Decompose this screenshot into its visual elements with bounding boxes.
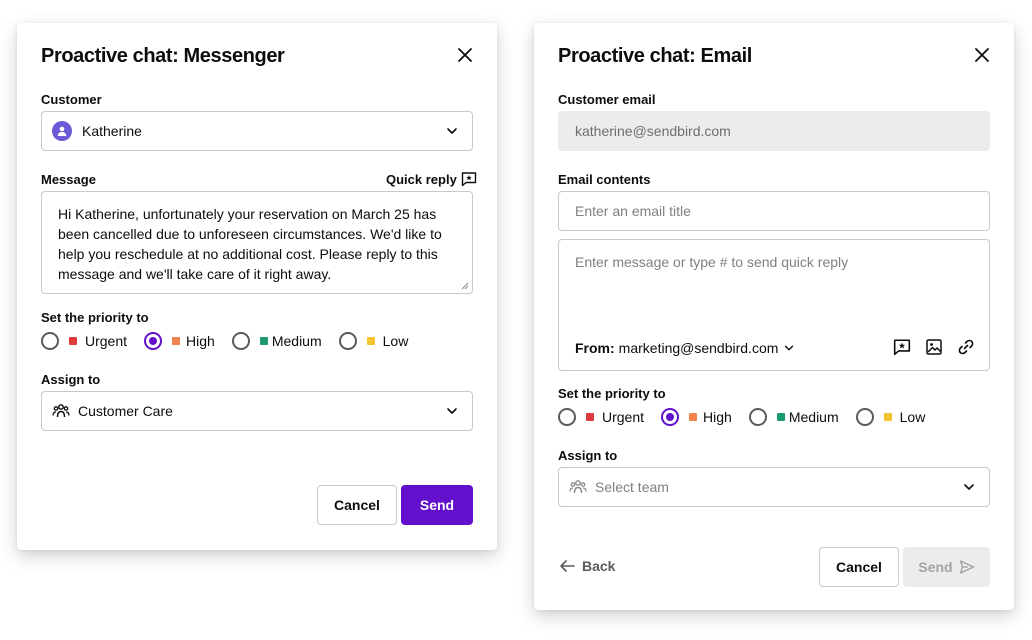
chevron-down-icon bbox=[785, 345, 794, 351]
priority-option-label: Medium bbox=[788, 409, 839, 425]
messenger-dialog: Proactive chat: Messenger Customer Kathe… bbox=[17, 23, 497, 550]
priority-option-label: Urgent bbox=[602, 409, 645, 425]
priority-option-medium[interactable]: Medium bbox=[748, 408, 839, 426]
close-button[interactable] bbox=[970, 43, 994, 67]
email-dialog: Proactive chat: Email Customer email kat… bbox=[534, 23, 1014, 610]
priority-radio-group: Urgent High Medium Low bbox=[558, 408, 925, 426]
email-title-input[interactable]: Enter an email title bbox=[558, 191, 990, 231]
link-icon bbox=[958, 339, 974, 355]
urgent-dot bbox=[69, 337, 77, 345]
radio-urgent[interactable] bbox=[41, 332, 59, 350]
resize-handle-icon[interactable] bbox=[461, 282, 469, 290]
priority-radio-group: Urgent High Medium Low bbox=[41, 332, 408, 350]
radio-low[interactable] bbox=[338, 332, 357, 350]
radio-low[interactable] bbox=[855, 408, 874, 426]
close-icon bbox=[458, 48, 472, 62]
priority-option-high[interactable]: High bbox=[661, 408, 732, 426]
assign-label: Assign to bbox=[558, 448, 618, 463]
customer-value: Katherine bbox=[82, 123, 142, 139]
low-dot bbox=[883, 413, 892, 421]
avatar bbox=[52, 121, 72, 141]
from-value: marketing@sendbird.com bbox=[618, 340, 779, 356]
customer-email-field: katherine@sendbird.com bbox=[558, 111, 990, 151]
priority-option-label: High bbox=[703, 409, 732, 425]
arrow-left-icon bbox=[560, 560, 575, 572]
priority-option-label: Medium bbox=[271, 333, 322, 349]
quick-reply-button[interactable] bbox=[890, 335, 914, 359]
assign-value: Customer Care bbox=[78, 403, 173, 419]
priority-option-label: Urgent bbox=[85, 333, 128, 349]
email-title-placeholder: Enter an email title bbox=[575, 203, 691, 219]
send-icon bbox=[959, 560, 974, 574]
send-button: Send bbox=[903, 547, 990, 587]
priority-label: Set the priority to bbox=[558, 386, 666, 401]
email-message-placeholder: Enter message or type # to send quick re… bbox=[575, 254, 849, 270]
chevron-down-icon bbox=[447, 408, 457, 414]
assign-select[interactable]: Customer Care bbox=[41, 391, 473, 431]
assign-label: Assign to bbox=[41, 372, 101, 387]
from-label: From: bbox=[575, 340, 615, 356]
quick-reply-button[interactable]: Quick reply bbox=[386, 171, 477, 187]
back-label: Back bbox=[582, 558, 616, 574]
user-icon bbox=[57, 126, 67, 136]
close-icon bbox=[975, 48, 989, 62]
assign-placeholder: Select team bbox=[595, 479, 669, 495]
medium-dot bbox=[776, 413, 785, 421]
customer-email-label: Customer email bbox=[558, 92, 656, 107]
insert-link-button[interactable] bbox=[954, 335, 978, 359]
priority-option-low[interactable]: Low bbox=[338, 332, 409, 350]
message-text: Hi Katherine, unfortunately your reserva… bbox=[58, 206, 442, 282]
radio-high[interactable] bbox=[144, 332, 163, 350]
priority-option-label: Low bbox=[899, 409, 926, 425]
cancel-button[interactable]: Cancel bbox=[317, 485, 397, 525]
radio-urgent[interactable] bbox=[558, 408, 576, 426]
send-label: Send bbox=[918, 559, 953, 575]
priority-option-high[interactable]: High bbox=[144, 332, 215, 350]
email-contents-label: Email contents bbox=[558, 172, 651, 187]
customer-select[interactable]: Katherine bbox=[41, 111, 473, 151]
message-textarea[interactable]: Hi Katherine, unfortunately your reserva… bbox=[41, 191, 473, 294]
quick-reply-icon bbox=[893, 339, 911, 356]
priority-option-urgent[interactable]: Urgent bbox=[558, 408, 644, 426]
radio-high[interactable] bbox=[661, 408, 680, 426]
urgent-dot bbox=[586, 413, 594, 421]
customer-email-value: katherine@sendbird.com bbox=[575, 123, 731, 139]
message-label: Message bbox=[41, 172, 96, 187]
chevron-down-icon bbox=[447, 128, 457, 134]
email-message-editor[interactable]: Enter message or type # to send quick re… bbox=[558, 239, 990, 371]
high-dot bbox=[172, 337, 181, 345]
team-icon bbox=[52, 404, 70, 418]
high-dot bbox=[689, 413, 698, 421]
quick-reply-icon bbox=[461, 172, 477, 187]
medium-dot bbox=[259, 337, 268, 345]
priority-option-label: Low bbox=[382, 333, 409, 349]
insert-image-button[interactable] bbox=[922, 335, 946, 359]
priority-label: Set the priority to bbox=[41, 310, 149, 325]
from-selector[interactable]: From: marketing@sendbird.com bbox=[575, 338, 796, 358]
team-icon bbox=[569, 480, 587, 494]
radio-medium[interactable] bbox=[231, 332, 250, 350]
dialog-title: Proactive chat: Email bbox=[558, 45, 752, 67]
quick-reply-label: Quick reply bbox=[386, 171, 457, 187]
close-button[interactable] bbox=[453, 43, 477, 67]
back-button[interactable]: Back bbox=[558, 557, 615, 575]
chevron-down-icon bbox=[964, 484, 974, 490]
radio-medium[interactable] bbox=[748, 408, 767, 426]
priority-option-urgent[interactable]: Urgent bbox=[41, 332, 127, 350]
priority-option-medium[interactable]: Medium bbox=[231, 332, 322, 350]
send-button[interactable]: Send bbox=[401, 485, 473, 525]
assign-select[interactable]: Select team bbox=[558, 467, 990, 507]
image-icon bbox=[926, 339, 942, 355]
priority-option-label: High bbox=[186, 333, 215, 349]
cancel-button[interactable]: Cancel bbox=[819, 547, 899, 587]
dialog-title: Proactive chat: Messenger bbox=[41, 45, 285, 67]
low-dot bbox=[366, 337, 375, 345]
customer-label: Customer bbox=[41, 92, 102, 107]
priority-option-low[interactable]: Low bbox=[855, 408, 926, 426]
